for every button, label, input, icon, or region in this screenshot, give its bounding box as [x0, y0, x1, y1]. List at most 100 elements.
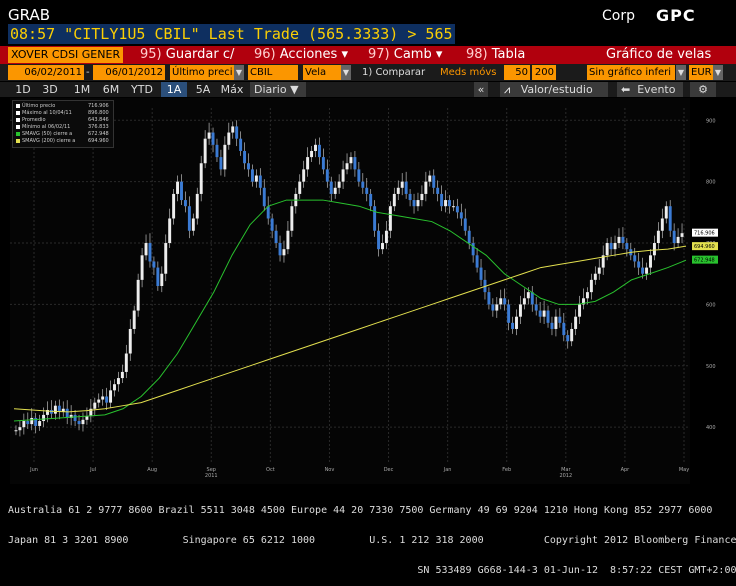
value-study-button[interactable]: ⩘ Valor/estudio [500, 82, 608, 97]
candle-body [652, 243, 656, 256]
x-tick-label: Oct [266, 467, 275, 473]
tab-max[interactable]: Máx [218, 82, 246, 97]
chevron-down-icon[interactable]: ▼ [713, 65, 723, 80]
candle-body [183, 200, 187, 207]
candle-body [578, 304, 582, 317]
x-tick-label: Jun [29, 467, 38, 473]
legend-swatch [16, 124, 20, 129]
candle-body [341, 169, 345, 182]
tab-5a[interactable]: 5A [191, 82, 215, 97]
candle-body [199, 163, 203, 194]
end-date-field[interactable]: 06/01/2012 [93, 65, 165, 80]
candle-body [353, 157, 357, 170]
candle-body [369, 193, 373, 207]
candle-body [451, 206, 455, 208]
candle-body [491, 304, 495, 311]
candle-body [633, 255, 637, 262]
candle-body [101, 396, 105, 400]
tab-6m[interactable]: 6M [99, 82, 123, 97]
candle-body [373, 206, 377, 231]
candle-body [566, 335, 570, 342]
legend-item: Último precio 716.906 [16, 103, 109, 109]
candle-body [345, 163, 349, 170]
interval-select[interactable]: Diario ▼ [250, 82, 306, 97]
candle-body [436, 187, 440, 194]
currency-select[interactable]: EUR [689, 65, 713, 80]
tab-1d[interactable]: 1D [12, 82, 34, 97]
candle-body [412, 200, 416, 207]
candle-body [215, 144, 219, 158]
legend-swatch [16, 131, 20, 136]
candle-body [180, 181, 183, 201]
candle-body [329, 181, 333, 194]
index-field[interactable]: XOVER CDSI GENER [8, 47, 124, 63]
legend-swatch [16, 138, 20, 143]
tab-1m[interactable]: 1M [70, 82, 94, 97]
candle-body [550, 322, 554, 329]
chevron-down-icon[interactable]: ▼ [341, 65, 351, 80]
candle-body [195, 193, 199, 219]
candle-body [57, 405, 61, 412]
candle-body [641, 267, 645, 274]
candle-body [258, 175, 262, 188]
candle-body [97, 399, 101, 403]
candle-body [377, 230, 381, 250]
chevron-down-icon[interactable]: ▼ [676, 65, 686, 80]
corp-label: Corp [602, 8, 635, 24]
footer-line: Japan 81 3 3201 8900 Singapore 65 6212 1… [8, 535, 736, 546]
candle-body [22, 421, 26, 428]
candle-body [247, 163, 250, 170]
candle-body [113, 384, 116, 391]
candle-body [656, 230, 660, 244]
ticker-field[interactable]: CBIL [248, 65, 298, 80]
ma2-field[interactable]: 200 [532, 65, 556, 80]
x-tick-label: May [679, 467, 689, 473]
candle-body [487, 292, 491, 305]
price-chart[interactable]: 400500600700800900JunJulAugSep2011OctNov… [10, 98, 728, 484]
chevron-down-icon[interactable]: ▼ [234, 65, 244, 80]
candle-body [467, 230, 471, 244]
save-menu[interactable]: 95) Guardar c/ [140, 46, 234, 64]
legend-swatch [16, 110, 20, 115]
compare-button[interactable]: 1) Comparar [362, 65, 425, 80]
candle-body [93, 402, 97, 409]
candle-body [593, 273, 597, 280]
candle-body [65, 408, 69, 418]
change-menu[interactable]: 97) Camb ▾ [368, 46, 442, 64]
gpc-label: GPC [656, 6, 696, 25]
candle-body [664, 206, 668, 219]
candle-body [680, 233, 684, 237]
candle-body [321, 157, 325, 170]
tab-3d[interactable]: 3D [38, 82, 62, 97]
collapse-icon[interactable]: « [474, 82, 488, 97]
table-menu[interactable]: 98) Tabla [466, 46, 525, 64]
candle-body [286, 230, 290, 250]
y-tick-label: 900 [706, 118, 716, 124]
lower-chart-select[interactable]: Sin gráfico inferi [587, 65, 675, 80]
actions-menu[interactable]: 96) Acciones ▾ [254, 46, 348, 64]
tab-ytd[interactable]: YTD [128, 82, 156, 97]
candle-body [282, 249, 286, 256]
date-separator: - [86, 67, 90, 78]
candle-body [424, 181, 428, 194]
tab-1a[interactable]: 1A [161, 82, 187, 97]
candle-body [337, 181, 341, 188]
candle-body [26, 421, 30, 425]
candle-body [388, 206, 392, 231]
start-date-field[interactable]: 06/02/2011 [8, 65, 84, 80]
candle-body [30, 417, 34, 425]
style-select[interactable]: Vela [303, 65, 341, 80]
gear-icon[interactable]: ⚙ [690, 82, 716, 97]
event-button[interactable]: ⬅ Evento [617, 82, 683, 97]
candle-body [148, 243, 152, 262]
candle-body [109, 390, 113, 403]
candle-body [38, 421, 42, 426]
candle-body [534, 304, 538, 311]
x-tick-label: Nov [325, 467, 335, 473]
candle-body [526, 292, 530, 299]
ma1-field[interactable]: 50 [504, 65, 530, 80]
footer: Australia 61 2 9777 8600 Brazil 5511 304… [8, 486, 736, 586]
candle-body [349, 157, 353, 164]
price-field-select[interactable]: Último preci [170, 65, 234, 80]
candle-body [463, 218, 467, 231]
